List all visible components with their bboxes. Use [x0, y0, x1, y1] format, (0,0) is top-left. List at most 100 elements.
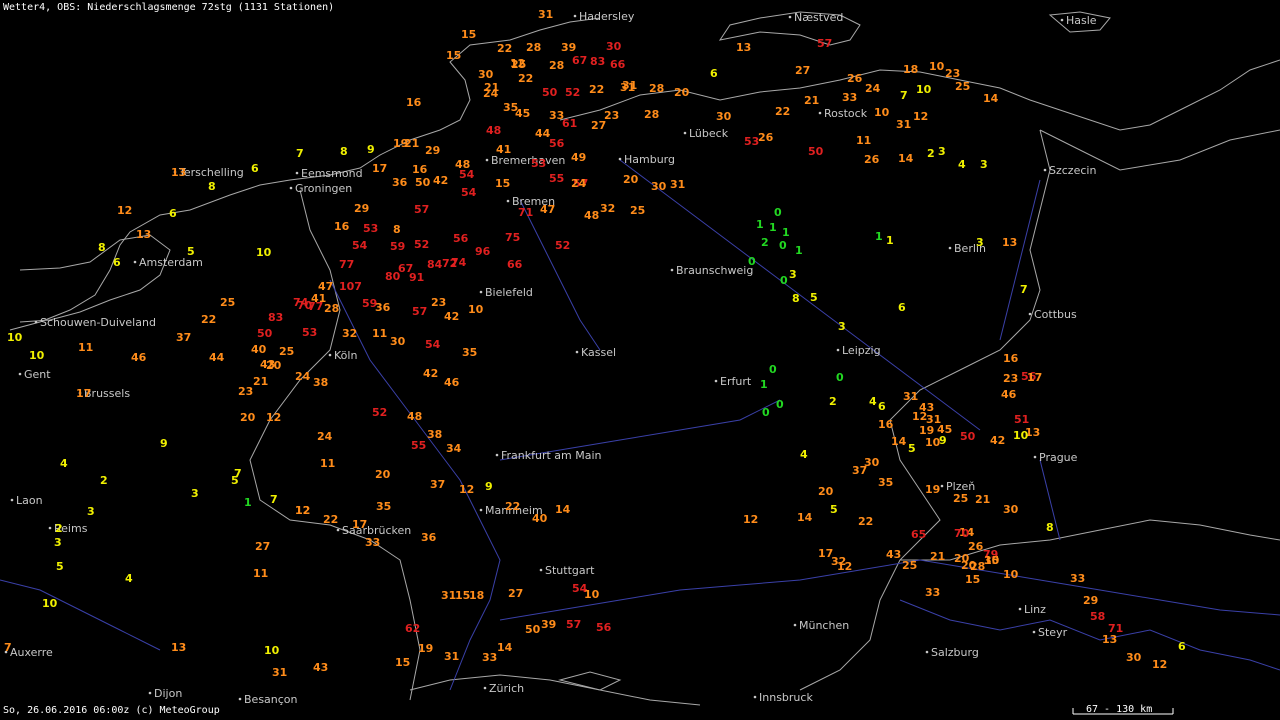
city-label: Bielefeld: [485, 286, 533, 299]
station-value: 8: [1046, 521, 1054, 534]
city-label: Steyr: [1038, 626, 1068, 639]
station-value: 1: [756, 218, 764, 231]
city-label: Schouwen-Duiveland: [40, 316, 156, 329]
station-value: 1: [244, 496, 252, 509]
city-innsbruck: Innsbruck: [753, 691, 813, 704]
station-value: 1: [886, 234, 894, 247]
station-value: 33: [925, 586, 940, 599]
station-value: 6: [169, 207, 177, 220]
station-value: 26: [758, 131, 774, 144]
station-value: 1: [782, 226, 790, 239]
station-value: 3: [980, 158, 988, 171]
station-value: 1: [769, 221, 777, 234]
station-value: 70: [954, 527, 970, 540]
station-value: 4: [800, 448, 808, 461]
station-value: 46: [444, 376, 460, 389]
station-value: 51: [1014, 413, 1029, 426]
city-dot: [1032, 630, 1036, 634]
city-dot: [485, 158, 489, 162]
station-value: 4: [869, 395, 877, 408]
station-value: 50: [808, 145, 824, 158]
station-value: 16: [1003, 352, 1019, 365]
station-value: 52: [565, 86, 580, 99]
station-value: 53: [363, 222, 378, 235]
station-value: 6: [710, 67, 718, 80]
station-value: 25: [511, 58, 526, 71]
city-besan-on: Besançon: [238, 693, 298, 706]
station-value: 5: [830, 503, 838, 516]
station-value: 42: [990, 434, 1005, 447]
station-value: 18: [903, 63, 918, 76]
station-value: 50: [257, 327, 273, 340]
station-value: 72: [442, 257, 457, 270]
city-dot: [10, 498, 14, 502]
station-value: 17: [1027, 371, 1042, 384]
station-value: 96: [475, 245, 491, 258]
station-value: 36: [421, 531, 437, 544]
station-value: 57: [566, 618, 581, 631]
river-danube: [499, 559, 1280, 621]
station-value: 10: [7, 331, 23, 344]
station-value: 13: [1002, 236, 1017, 249]
station-value: 50: [542, 86, 558, 99]
station-value: 0: [762, 406, 770, 419]
map-title: Wetter4, OBS: Niederschlagsmenge 72stg (…: [3, 2, 335, 13]
city-gent: Gent: [18, 368, 51, 381]
station-value: 8: [792, 292, 800, 305]
station-value: 66: [610, 58, 626, 71]
city-prague: Prague: [1033, 451, 1078, 464]
city-label: Dijon: [154, 687, 182, 700]
station-value: 10: [584, 588, 600, 601]
city-erfurt: Erfurt: [714, 375, 752, 388]
station-value: 34: [446, 442, 462, 455]
station-value: 54: [352, 239, 368, 252]
station-value: 0: [774, 206, 782, 219]
station-value: 48: [486, 124, 501, 137]
station-value: 35: [462, 346, 477, 359]
city-label: Groningen: [295, 182, 352, 195]
station-value: 9: [485, 480, 493, 493]
station-value: 25: [220, 296, 235, 309]
station-value: 20: [674, 86, 690, 99]
city-dot: [836, 348, 840, 352]
station-value: 20: [954, 552, 970, 565]
station-value: 53: [531, 157, 546, 170]
station-value: 23: [1003, 372, 1018, 385]
station-value: 9: [160, 437, 168, 450]
station-value: 67: [572, 54, 587, 67]
station-value: 15: [446, 49, 461, 62]
city-dot: [925, 650, 929, 654]
station-value: 50: [525, 623, 541, 636]
station-value: 3: [789, 268, 797, 281]
station-value: 84: [427, 258, 443, 271]
station-value: 11: [78, 341, 93, 354]
station-value: 41: [496, 143, 511, 156]
station-value: 31: [444, 650, 459, 663]
city-dot: [788, 15, 792, 19]
station-value: 14: [555, 503, 571, 516]
station-value: 30: [478, 68, 494, 81]
station-value: 12: [912, 410, 927, 423]
station-value: 7: [296, 147, 304, 160]
station-value: 56: [453, 232, 469, 245]
city-hasle: Hasle: [1060, 14, 1097, 27]
city-label: Linz: [1024, 603, 1046, 616]
rivers: [0, 159, 1280, 691]
city-dot: [575, 350, 579, 354]
city-label: Prague: [1039, 451, 1078, 464]
station-value: 0: [836, 371, 844, 384]
city-label: Cottbus: [1034, 308, 1077, 321]
city-label: Lübeck: [689, 127, 729, 140]
city-dot: [940, 484, 944, 488]
station-value: 29: [425, 144, 440, 157]
station-value: 24: [865, 82, 881, 95]
city-dot: [506, 199, 510, 203]
city-dot: [34, 320, 38, 324]
city-braunschweig: Braunschweig: [670, 264, 753, 277]
city-dot: [793, 623, 797, 627]
city-dot: [683, 131, 687, 135]
station-value: 7: [270, 493, 278, 506]
station-value: 58: [1090, 610, 1105, 623]
station-value: 14: [891, 435, 907, 448]
station-value: 17: [352, 518, 367, 531]
